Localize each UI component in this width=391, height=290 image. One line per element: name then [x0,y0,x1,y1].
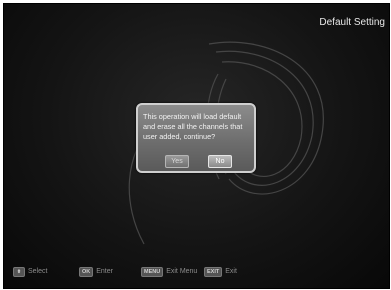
footer-select-hint: ⬍ Select [13,266,47,278]
footer-ok-label: Enter [96,268,113,275]
confirm-dialog: This operation will load default and era… [136,103,256,173]
footer-select-label: Select [28,268,48,275]
ok-key-icon: OK [79,267,94,277]
dialog-message: This operation will load default and era… [143,112,243,141]
page-title: Default Setting [319,17,385,28]
footer-hint-bar: ⬍ Select OK Enter MENU Exit Menu EXIT Exit [4,266,389,280]
yes-button[interactable]: Yes [165,155,189,168]
tv-screen: Default Setting This operation will load… [3,3,390,289]
exit-key-icon: EXIT [204,267,223,277]
menu-key-icon: MENU [141,267,164,277]
footer-ok-hint: OK Enter [79,266,113,278]
footer-exit-hint: EXIT Exit [204,266,237,278]
up-down-arrows-icon: ⬍ [13,267,25,277]
footer-exit-label: Exit [225,268,237,275]
no-button[interactable]: No [208,155,232,168]
footer-menu-hint: MENU Exit Menu [141,266,197,278]
footer-menu-label: Exit Menu [166,268,198,275]
